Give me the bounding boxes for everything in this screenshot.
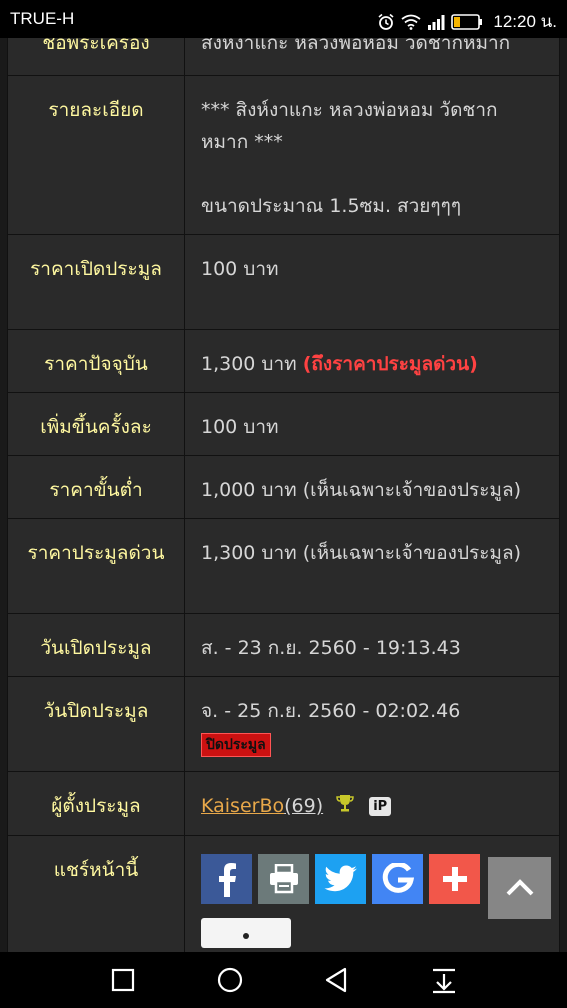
row-label-increment: เพิ่มขึ้นครั้งละ — [7, 392, 185, 456]
table-row: รายละเอียด *** สิงห์งาแกะ หลวงพ่อหอม วัด… — [7, 75, 560, 235]
scroll-to-top-button[interactable] — [488, 857, 551, 919]
table-row: เพิ่มขึ้นครั้งละ 100 บาท — [7, 392, 560, 456]
close-date-text: จ. - 25 ก.ย. 2560 - 02:02.46 — [201, 700, 461, 722]
row-label-close-date: วันปิดประมูล — [7, 676, 185, 772]
opening-price-label-text: ราคาเปิดประมูล — [30, 258, 162, 280]
status-bar: TRUE-H 12:20 น. — [0, 0, 567, 38]
table-row: ราคาปัจจุบัน 1,300 บาท (ถึงราคาประมูลด่ว… — [7, 329, 560, 393]
row-label-share: แชร์หน้านี้ — [7, 834, 185, 952]
details-line-1: *** สิงห์งาแกะ หลวงพ่อหอม วัดชาก — [201, 99, 498, 121]
recent-apps-button[interactable] — [107, 964, 139, 996]
twitter-icon — [324, 865, 357, 891]
row-label-seller: ผู้ตั้งประมูล — [7, 771, 185, 836]
row-value-open-date: ส. - 23 ก.ย. 2560 - 19:13.43 — [184, 613, 560, 677]
signal-icon — [428, 14, 445, 30]
details-line-2: หมาก *** — [201, 131, 283, 153]
facebook-share-button[interactable] — [201, 853, 252, 904]
row-value-details: *** สิงห์งาแกะ หลวงพ่อหอม วัดชาก หมาก **… — [184, 75, 560, 235]
auction-details-table: ชื่อพระเครื่อง สิงห์งาแกะ หลวงพ่อหอม วัด… — [7, 38, 560, 952]
row-label-buy-now-price: ราคาประมูลด่วน — [7, 518, 185, 614]
status-icons: 12:20 น. — [377, 8, 557, 35]
row-value-amulet-name: สิงห์งาแกะ หลวงพ่อหอม วัดชากหมาก — [184, 38, 560, 76]
buy-now-reached-note: (ถึงราคาประมูลด่วน) — [302, 353, 478, 375]
row-label-amulet-name: ชื่อพระเครื่อง — [7, 38, 185, 76]
plus-icon — [442, 866, 467, 891]
android-nav-bar — [0, 952, 567, 1008]
wifi-icon — [401, 14, 421, 30]
alarm-icon — [378, 13, 394, 30]
carrier-label: TRUE-H — [10, 9, 75, 28]
more-share-button[interactable] — [429, 853, 480, 904]
google-share-button[interactable] — [372, 853, 423, 904]
person-icon — [243, 932, 249, 939]
print-button[interactable] — [258, 853, 309, 904]
table-row: ราคาประมูลด่วน 1,300 บาท (เห็นเฉพาะเจ้าข… — [7, 518, 560, 614]
table-row: แชร์หน้านี้ — [7, 834, 560, 952]
notification-pull-button[interactable] — [428, 964, 460, 996]
table-row: ราคาเปิดประมูล 100 บาท — [7, 234, 560, 330]
auction-closed-badge: ปิดประมูล — [201, 733, 271, 757]
triangle-back-icon — [325, 967, 347, 993]
home-button[interactable] — [214, 964, 246, 996]
row-value-current-price: 1,300 บาท (ถึงราคาประมูลด่วน) — [184, 329, 560, 393]
table-row: วันปิดประมูล จ. - 25 ก.ย. 2560 - 02:02.4… — [7, 676, 560, 772]
table-row: ชื่อพระเครื่อง สิงห์งาแกะ หลวงพ่อหอม วัด… — [7, 38, 560, 76]
row-value-seller: KaiserBo(69) iP — [184, 771, 560, 836]
share-count-box — [201, 917, 291, 948]
row-label-open-date: วันเปิดประมูล — [7, 613, 185, 677]
facebook-icon — [218, 862, 236, 897]
row-value-close-date: จ. - 25 ก.ย. 2560 - 02:02.46 ปิดประมูล — [184, 676, 560, 772]
battery-icon — [451, 13, 483, 30]
google-icon — [382, 862, 414, 893]
chevron-up-icon — [506, 879, 533, 896]
row-label-min-price: ราคาขั้นต่ำ — [7, 455, 185, 519]
details-line-3: ขนาดประมาณ 1.5ซม. สวยๆๆๆ — [201, 195, 462, 217]
current-price-amount: 1,300 บาท — [201, 353, 297, 375]
trophy-icon — [335, 791, 355, 823]
square-icon — [111, 968, 135, 992]
table-row: วันเปิดประมูล ส. - 23 ก.ย. 2560 - 19:13.… — [7, 613, 560, 677]
seller-score-link[interactable]: (69) — [284, 795, 323, 817]
row-label-current-price: ราคาปัจจุบัน — [7, 329, 185, 393]
row-label-opening-price: ราคาเปิดประมูล — [7, 234, 185, 330]
row-label-details: รายละเอียด — [7, 75, 185, 235]
table-row: ผู้ตั้งประมูล KaiserBo(69) iP — [7, 771, 560, 836]
row-value-increment: 100 บาท — [184, 392, 560, 456]
twitter-share-button[interactable] — [315, 853, 366, 904]
clock-time: 12:20 น. — [493, 12, 557, 31]
circle-icon — [217, 967, 243, 993]
printer-icon — [269, 863, 298, 893]
back-button[interactable] — [321, 964, 353, 996]
seller-username-link[interactable]: KaiserBo — [201, 795, 284, 817]
table-row: ราคาขั้นต่ำ 1,000 บาท (เห็นเฉพาะเจ้าของป… — [7, 455, 560, 519]
row-value-min-price: 1,000 บาท (เห็นเฉพาะเจ้าของประมูล) — [184, 455, 560, 519]
ip-verified-badge[interactable]: iP — [369, 797, 392, 816]
row-value-buy-now-price: 1,300 บาท (เห็นเฉพาะเจ้าของประมูล) — [184, 518, 560, 614]
pull-down-icon — [433, 968, 455, 994]
row-value-opening-price: 100 บาท — [184, 234, 560, 330]
